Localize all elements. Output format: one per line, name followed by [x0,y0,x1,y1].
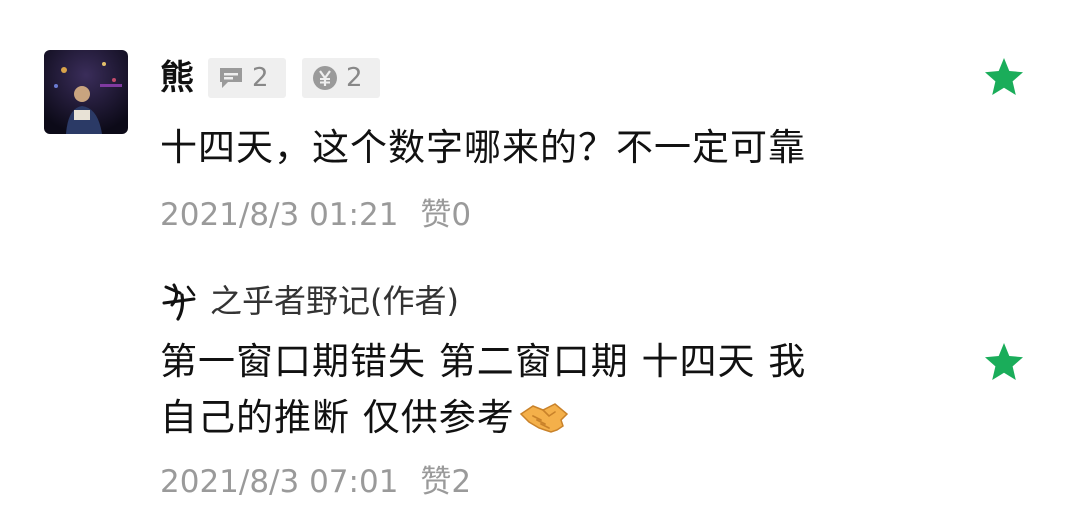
reply-text-line: 自己的推断 仅供参考 [160,390,920,452]
avatar[interactable] [44,50,128,134]
calligraphy-signature-icon [160,279,200,323]
comment-count-badge[interactable]: 2 [208,58,286,98]
reply-timestamp: 2021/8/3 07:01 [160,464,399,500]
username[interactable]: 熊 [160,52,194,104]
speech-bubble-icon [218,66,244,90]
comment-count: 2 [252,63,269,93]
star-icon[interactable] [982,55,1026,99]
reply-text-line-content: 自己的推断 仅供参考 [160,396,515,439]
like-button[interactable]: 赞2 [420,464,471,500]
reply-meta: 2021/8/3 07:01 赞2 [160,460,471,504]
reply-text: 第一窗口期错失 第二窗口期 十四天 我 自己的推断 仅供参考 [160,334,920,452]
comment-text: 十四天，这个数字哪来的？不一定可靠 [160,126,806,169]
comment-meta: 2021/8/3 01:21 赞0 [160,193,471,237]
reward-count-badge[interactable]: 2 [302,58,380,98]
star-icon[interactable] [982,340,1026,384]
like-button[interactable]: 赞0 [420,197,471,233]
yen-coin-icon [312,65,338,91]
reply-author-name[interactable]: 之乎者野记(作者) [210,277,459,325]
reward-count: 2 [346,63,363,93]
reply-text-line: 第一窗口期错失 第二窗口期 十四天 我 [160,340,807,383]
comment-timestamp: 2021/8/3 01:21 [160,197,399,233]
reply-header: 之乎者野记(作者) [160,277,459,325]
handshake-emoji [519,396,569,452]
